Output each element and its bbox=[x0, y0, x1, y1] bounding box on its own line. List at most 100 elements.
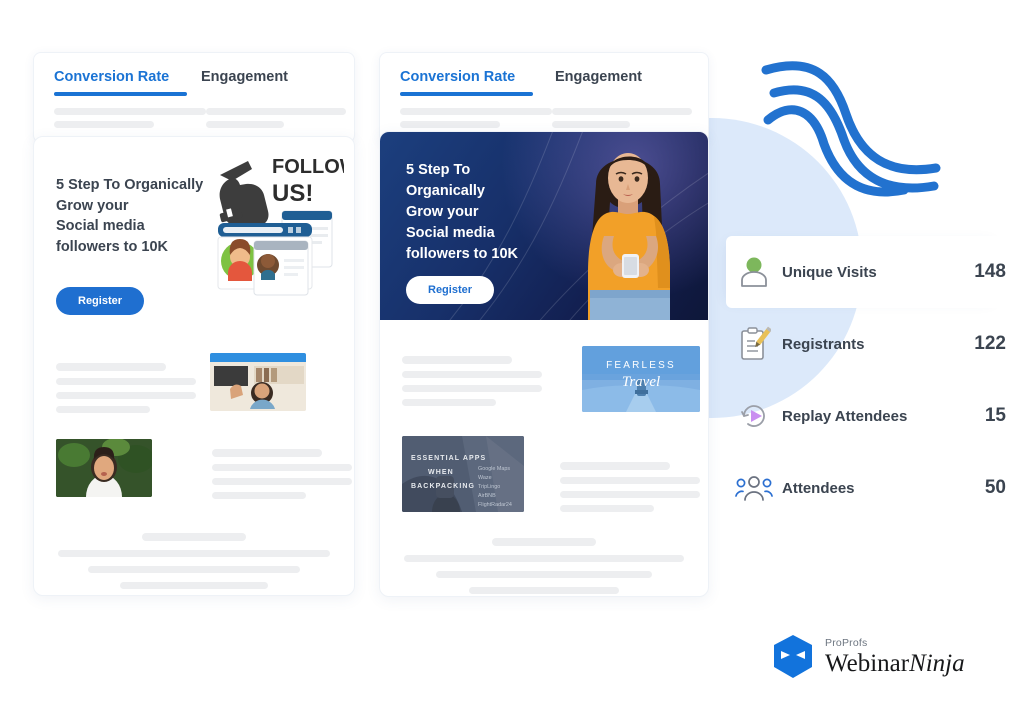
skeleton-line bbox=[552, 121, 630, 128]
tab-active-underline bbox=[54, 92, 187, 96]
stat-value: 122 bbox=[974, 333, 1006, 354]
ninja-hexagon-icon bbox=[774, 635, 812, 678]
proprofs-webinarninja-logo[interactable]: ProProfs WebinarNinja bbox=[772, 634, 965, 680]
card-one-content: 5 Step To Organically Grow your Social m… bbox=[33, 136, 355, 596]
skeleton-line bbox=[404, 555, 684, 562]
skeleton-line bbox=[560, 477, 700, 484]
fearless-travel-thumb: FEARLESS Travel bbox=[582, 346, 700, 412]
tab-conversion-rate[interactable]: Conversion Rate bbox=[54, 69, 201, 92]
skeleton-line bbox=[212, 492, 306, 499]
card-two-tab-skeleton bbox=[400, 108, 692, 128]
stat-row-attendees[interactable]: Attendees 50 bbox=[726, 452, 1006, 524]
skeleton-line bbox=[492, 538, 596, 546]
logo-proprofs-text: ProProfs bbox=[825, 636, 868, 649]
card-two-tabs-panel: Conversion Rate Engagement bbox=[379, 52, 709, 143]
card-one-tab-list: Conversion Rate Engagement bbox=[54, 69, 334, 96]
card-one-tab-skeleton bbox=[54, 108, 346, 128]
card-two-tab-list: Conversion Rate Engagement bbox=[400, 69, 688, 96]
card-one-register-button[interactable]: Register bbox=[56, 287, 145, 316]
skeleton-line bbox=[142, 533, 246, 541]
card-two-row-1: FEARLESS Travel bbox=[402, 346, 700, 412]
webinar-speaker-bookshelf-thumb bbox=[210, 353, 306, 411]
skeleton-line bbox=[120, 582, 268, 589]
essential-apps-line3: BACKPACKING bbox=[411, 483, 475, 490]
skeleton-line bbox=[436, 571, 652, 578]
skeleton-line bbox=[58, 550, 330, 557]
card-two-hero: 5 Step To Organically Grow your Social m… bbox=[380, 132, 708, 320]
tab-inactive-underline bbox=[201, 92, 334, 96]
user-green-icon bbox=[726, 255, 782, 289]
skeleton-line bbox=[560, 505, 654, 512]
stat-value: 15 bbox=[984, 405, 1006, 426]
skeleton-line bbox=[402, 371, 542, 378]
illustration-canvas: Conversion Rate Engagement 5 Step To Org… bbox=[0, 0, 1024, 708]
card-one-tabs-panel: Conversion Rate Engagement bbox=[33, 52, 355, 143]
app-name: TripLingo bbox=[478, 484, 500, 490]
essential-apps-line2: WHEN bbox=[428, 469, 454, 476]
stat-label: Registrants bbox=[782, 335, 865, 353]
card-one-row-1 bbox=[56, 353, 332, 413]
skeleton-line bbox=[56, 378, 196, 385]
skeleton-line bbox=[54, 108, 206, 115]
stat-label: Replay Attendees bbox=[782, 407, 908, 425]
travel-label: Travel bbox=[622, 374, 660, 390]
essential-apps-backpacking-thumb: ESSENTIAL APPS WHEN BACKPACKING Google M… bbox=[402, 436, 524, 512]
webinar-speaker-portrait-thumb bbox=[56, 439, 152, 497]
fearless-label: FEARLESS bbox=[606, 360, 676, 371]
skeleton-line bbox=[212, 464, 352, 471]
card-two-hero-title: 5 Step To Organically Grow your Social m… bbox=[406, 162, 518, 263]
group-people-icon bbox=[726, 475, 782, 501]
replay-play-icon bbox=[726, 400, 782, 432]
card-one-hero-title: 5 Step To Organically Grow your Social m… bbox=[56, 177, 204, 255]
logo-webinar-part: Webinar bbox=[825, 650, 910, 678]
card-two-content: 5 Step To Organically Grow your Social m… bbox=[379, 131, 709, 597]
tab-active-underline bbox=[400, 92, 533, 96]
skeleton-line bbox=[56, 392, 196, 399]
skeleton-line bbox=[402, 399, 496, 406]
skeleton-line bbox=[560, 462, 670, 470]
stat-label: Attendees bbox=[782, 479, 855, 497]
skeleton-line bbox=[402, 356, 512, 364]
tab-engagement[interactable]: Engagement bbox=[201, 69, 334, 92]
app-name: FlightRadar24 bbox=[478, 502, 512, 508]
skeleton-line bbox=[212, 449, 322, 457]
card-two-register-button[interactable]: Register bbox=[406, 276, 495, 304]
essential-apps-line1: ESSENTIAL APPS bbox=[411, 455, 486, 462]
stat-label: Unique Visits bbox=[782, 263, 877, 281]
skeleton-line bbox=[400, 121, 500, 128]
clipboard-pencil-icon bbox=[726, 326, 782, 362]
follow-us-social-illustration: FOLLOW US! bbox=[196, 149, 354, 304]
skeleton-line bbox=[402, 385, 542, 392]
stat-row-unique-visits[interactable]: Unique Visits 148 bbox=[726, 236, 1006, 308]
skeleton-line bbox=[469, 587, 619, 594]
app-name: Google Maps bbox=[478, 466, 510, 472]
tab-inactive-underline bbox=[555, 92, 688, 96]
logo-webinarninja-text: WebinarNinja bbox=[825, 651, 965, 676]
stat-row-replay-attendees[interactable]: Replay Attendees 15 bbox=[726, 380, 1006, 452]
card-one-footer-skeleton bbox=[56, 533, 332, 589]
us-text: US! bbox=[272, 180, 313, 207]
stats-panel: Unique Visits 148 Registrants 122 Replay… bbox=[726, 236, 1006, 524]
blue-wave-lines-decoration bbox=[752, 48, 952, 213]
tab-engagement[interactable]: Engagement bbox=[555, 69, 688, 92]
skeleton-line bbox=[560, 491, 700, 498]
card-one-row-2 bbox=[56, 439, 352, 499]
skeleton-line bbox=[400, 108, 552, 115]
skeleton-line bbox=[212, 478, 352, 485]
skeleton-line bbox=[56, 363, 166, 371]
app-name: Waze bbox=[478, 475, 492, 481]
skeleton-line bbox=[88, 566, 300, 573]
skeleton-line bbox=[56, 406, 150, 413]
card-one-body bbox=[34, 327, 354, 595]
tab-conversion-rate[interactable]: Conversion Rate bbox=[400, 69, 555, 92]
stat-value: 50 bbox=[984, 477, 1006, 498]
profile-cards-art bbox=[217, 210, 333, 296]
card-one-hero: 5 Step To Organically Grow your Social m… bbox=[34, 137, 354, 327]
skeleton-line bbox=[206, 121, 284, 128]
skeleton-line bbox=[552, 108, 692, 115]
stat-row-registrants[interactable]: Registrants 122 bbox=[726, 308, 1006, 380]
woman-with-phone-photo bbox=[588, 153, 670, 320]
pointing-hand-icon bbox=[219, 161, 269, 229]
card-two-footer-skeleton bbox=[402, 538, 686, 594]
logo-ninja-part: Ninja bbox=[909, 650, 965, 678]
